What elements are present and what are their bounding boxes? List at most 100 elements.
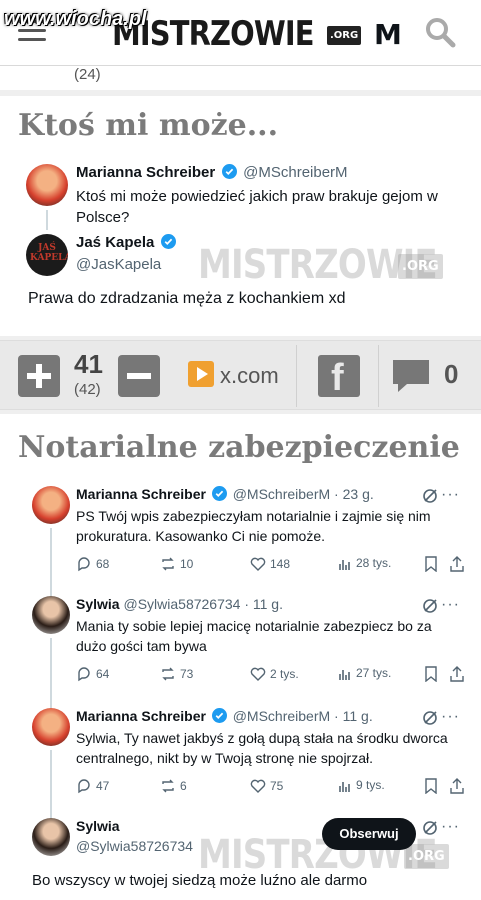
downvote-button[interactable] xyxy=(118,355,160,397)
site-logo-org: .ORG xyxy=(327,26,362,45)
comment-count[interactable]: 0 xyxy=(444,359,458,390)
like-icon xyxy=(250,667,266,681)
repost-icon xyxy=(162,557,174,571)
like-icon xyxy=(250,779,266,793)
verified-icon xyxy=(211,486,227,501)
repost-action[interactable]: 73 xyxy=(160,666,193,682)
previous-score-sub: (24) xyxy=(74,66,101,83)
repost-icon xyxy=(162,667,174,681)
thread-line xyxy=(50,750,52,822)
author-handle: @MSchreiberM xyxy=(243,164,348,181)
bookmark-icon[interactable] xyxy=(424,666,438,682)
author-name: Jaś Kapela xyxy=(76,234,155,251)
repost-action[interactable]: 6 xyxy=(160,778,187,794)
tweet-reply-1: Marianna Schreiber @MSchreiberM · 23 g. … xyxy=(24,486,464,600)
tweet-text: Ktoś mi może powiedzieć jakich praw brak… xyxy=(76,188,438,226)
tweet-meta: Marianna Schreiber @MSchreiberM xyxy=(76,164,348,182)
thread-line xyxy=(50,528,52,600)
post-title[interactable]: Notarialne zabezpieczenie xyxy=(18,430,460,465)
source-label: x.com xyxy=(220,363,279,388)
more-icon[interactable]: ··· xyxy=(441,596,460,614)
share-icon[interactable] xyxy=(450,778,464,794)
views-action[interactable]: 9 tys. xyxy=(338,778,385,793)
reply-text: PS Twój wpis zabezpieczyłam notarialnie … xyxy=(76,508,431,544)
upvote-button[interactable] xyxy=(18,355,60,397)
like-action[interactable]: 148 xyxy=(250,556,290,572)
minus-icon xyxy=(127,373,151,379)
avatar-jas: JAŚ KAPELA xyxy=(26,234,68,276)
reply-action[interactable]: 68 xyxy=(76,556,109,572)
tweet-actions: 64 73 2 tys. 27 tys. xyxy=(76,666,476,686)
post-action-bar: 41 (42) x.com f 0 xyxy=(0,340,481,410)
reply-meta: Sylwia @Sylwia58726734 · 11 g. xyxy=(76,596,283,612)
reply-icon xyxy=(78,779,90,794)
site-header: MISTRZOWIE .ORG M www.wiocha.pl xyxy=(0,0,481,66)
search-icon[interactable] xyxy=(424,16,456,48)
source-link[interactable]: x.com xyxy=(188,361,279,389)
avatar-marianna xyxy=(26,164,68,206)
tweet-reply-3: Marianna Schreiber @MSchreiberM · 11 g. … xyxy=(24,708,464,822)
views-action[interactable]: 27 tys. xyxy=(338,666,391,681)
repost-action[interactable]: 10 xyxy=(160,556,193,572)
grok-icon[interactable] xyxy=(422,710,438,726)
reply-icon xyxy=(78,557,90,572)
reply-meta: Marianna Schreiber @MSchreiberM · 11 g. xyxy=(76,708,373,724)
grok-icon[interactable] xyxy=(422,598,438,614)
page: MISTRZOWIE .ORG M www.wiocha.pl (24) Kto… xyxy=(0,0,481,900)
divider xyxy=(296,345,297,407)
reply-meta: Jaś Kapela xyxy=(76,234,178,252)
like-action[interactable]: 75 xyxy=(250,778,283,794)
previous-post-bar: (24) xyxy=(0,66,481,90)
post-title[interactable]: Ktoś mi może... xyxy=(18,108,278,143)
reply-text: Mania ty sobie lepiej macicę notarialnie… xyxy=(76,618,432,654)
more-icon[interactable]: ··· xyxy=(441,486,460,504)
reply-text: Prawa do zdradzania męża z kochankiem xd xyxy=(28,290,346,307)
watermark-site-url: www.wiocha.pl xyxy=(4,8,147,30)
bookmark-icon[interactable] xyxy=(424,556,438,572)
views-action[interactable]: 28 tys. xyxy=(338,556,391,571)
comment-icon[interactable] xyxy=(390,357,432,395)
views-icon xyxy=(339,670,350,680)
like-icon xyxy=(250,557,266,571)
author-handle: @Sylwia58726734 xyxy=(76,838,193,854)
avatar-marianna xyxy=(32,486,70,524)
reply-text: Sylwia, Ty nawet jakbyś z gołą dupą stał… xyxy=(76,730,448,766)
reply-action[interactable]: 47 xyxy=(76,778,109,794)
grok-icon[interactable] xyxy=(422,488,438,504)
tweet-actions: 47 6 75 9 tys. xyxy=(76,778,476,798)
follow-button[interactable]: Obserwuj xyxy=(322,818,416,850)
views-icon xyxy=(339,782,350,792)
plus-icon xyxy=(27,364,51,388)
avatar-sylwia xyxy=(32,596,70,634)
thread-line xyxy=(46,210,48,230)
author-name: Marianna Schreiber xyxy=(76,164,216,181)
reply-action[interactable]: 64 xyxy=(76,666,109,682)
reply-meta: Marianna Schreiber @MSchreiberM · 23 g. xyxy=(76,486,374,502)
site-logo-m: M xyxy=(374,18,402,51)
tweet-reply-2: Sylwia @Sylwia58726734 · 11 g. ··· Mania… xyxy=(24,596,464,710)
repost-icon xyxy=(162,779,174,793)
facebook-icon[interactable]: f xyxy=(318,355,360,399)
tweet-actions: 68 10 148 28 tys. xyxy=(76,556,476,576)
post-1: Ktoś mi może... Marianna Schreiber @MSch… xyxy=(0,96,481,336)
avatar-sylwia xyxy=(32,818,70,856)
author-handle: @JasKapela xyxy=(76,256,162,273)
share-icon[interactable] xyxy=(450,666,464,682)
play-icon xyxy=(188,361,214,387)
views-icon xyxy=(339,560,350,570)
more-icon[interactable]: ··· xyxy=(441,708,460,726)
share-icon[interactable] xyxy=(450,556,464,572)
score-sub: (42) xyxy=(74,381,101,398)
bookmark-icon[interactable] xyxy=(424,778,438,794)
reply-icon xyxy=(78,667,90,682)
thread-line xyxy=(50,638,52,710)
verified-icon xyxy=(221,164,237,179)
watermark-org: .ORG xyxy=(398,254,443,279)
watermark-org: .ORG xyxy=(404,844,449,869)
like-action[interactable]: 2 tys. xyxy=(250,666,299,682)
author-name: Sylwia xyxy=(76,818,120,834)
avatar-marianna xyxy=(32,708,70,746)
score: 41 xyxy=(74,349,103,379)
divider xyxy=(378,345,379,407)
more-icon[interactable]: ··· xyxy=(441,818,460,836)
